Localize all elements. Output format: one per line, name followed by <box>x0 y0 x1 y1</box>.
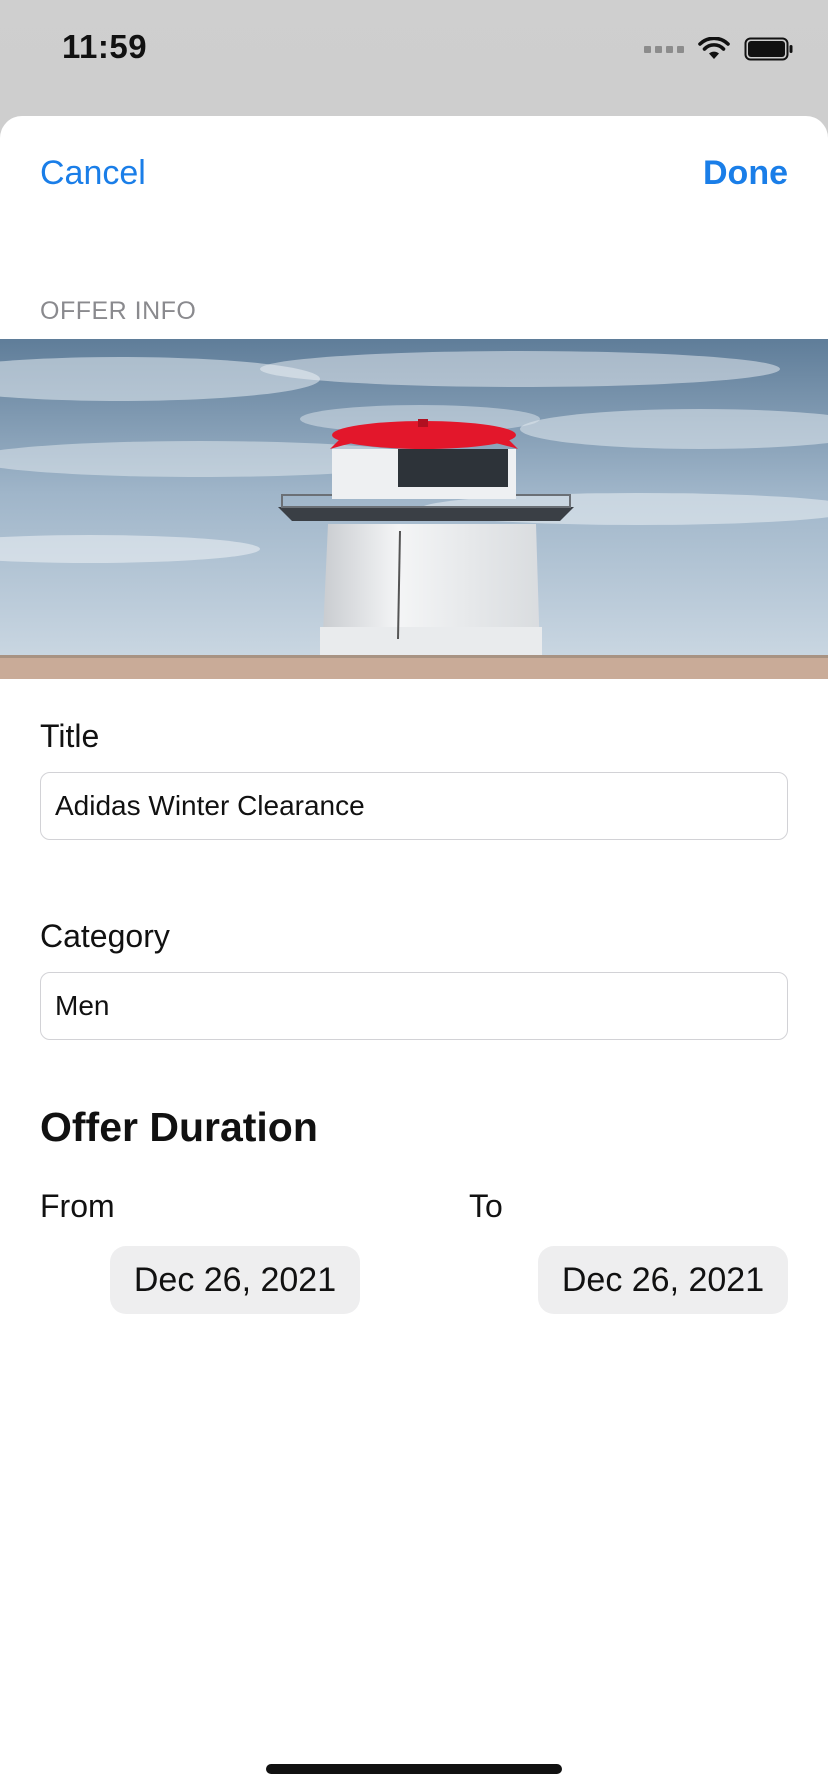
category-label: Category <box>40 918 170 954</box>
to-label: To <box>469 1188 503 1224</box>
nav-bar: Cancel Done <box>0 116 828 226</box>
from-date-picker[interactable]: Dec 26, 2021 <box>110 1246 360 1314</box>
battery-icon <box>744 37 794 61</box>
status-bar: 11:59 <box>0 0 828 100</box>
status-icons <box>644 34 794 64</box>
edit-offer-sheet: Cancel Done OFFER INFO Title Adidas Wint… <box>0 116 828 1792</box>
status-time: 11:59 <box>62 28 148 65</box>
wifi-icon <box>698 37 730 61</box>
section-header-offer-info: OFFER INFO <box>40 297 197 325</box>
signal-icon <box>644 45 684 53</box>
home-indicator[interactable] <box>266 1764 562 1774</box>
offer-duration-heading: Offer Duration <box>40 1104 318 1150</box>
to-date-picker[interactable]: Dec 26, 2021 <box>538 1246 788 1314</box>
screen: 11:59 Cancel Done OFFER INFO Title Adida… <box>0 0 828 1792</box>
cancel-button[interactable]: Cancel <box>40 154 146 193</box>
done-button[interactable]: Done <box>703 154 788 193</box>
title-field[interactable] <box>40 772 788 840</box>
category-field[interactable] <box>40 972 788 1040</box>
title-label: Title <box>40 718 100 754</box>
from-label: From <box>40 1188 115 1224</box>
offer-image-lighthouse[interactable] <box>0 339 828 679</box>
